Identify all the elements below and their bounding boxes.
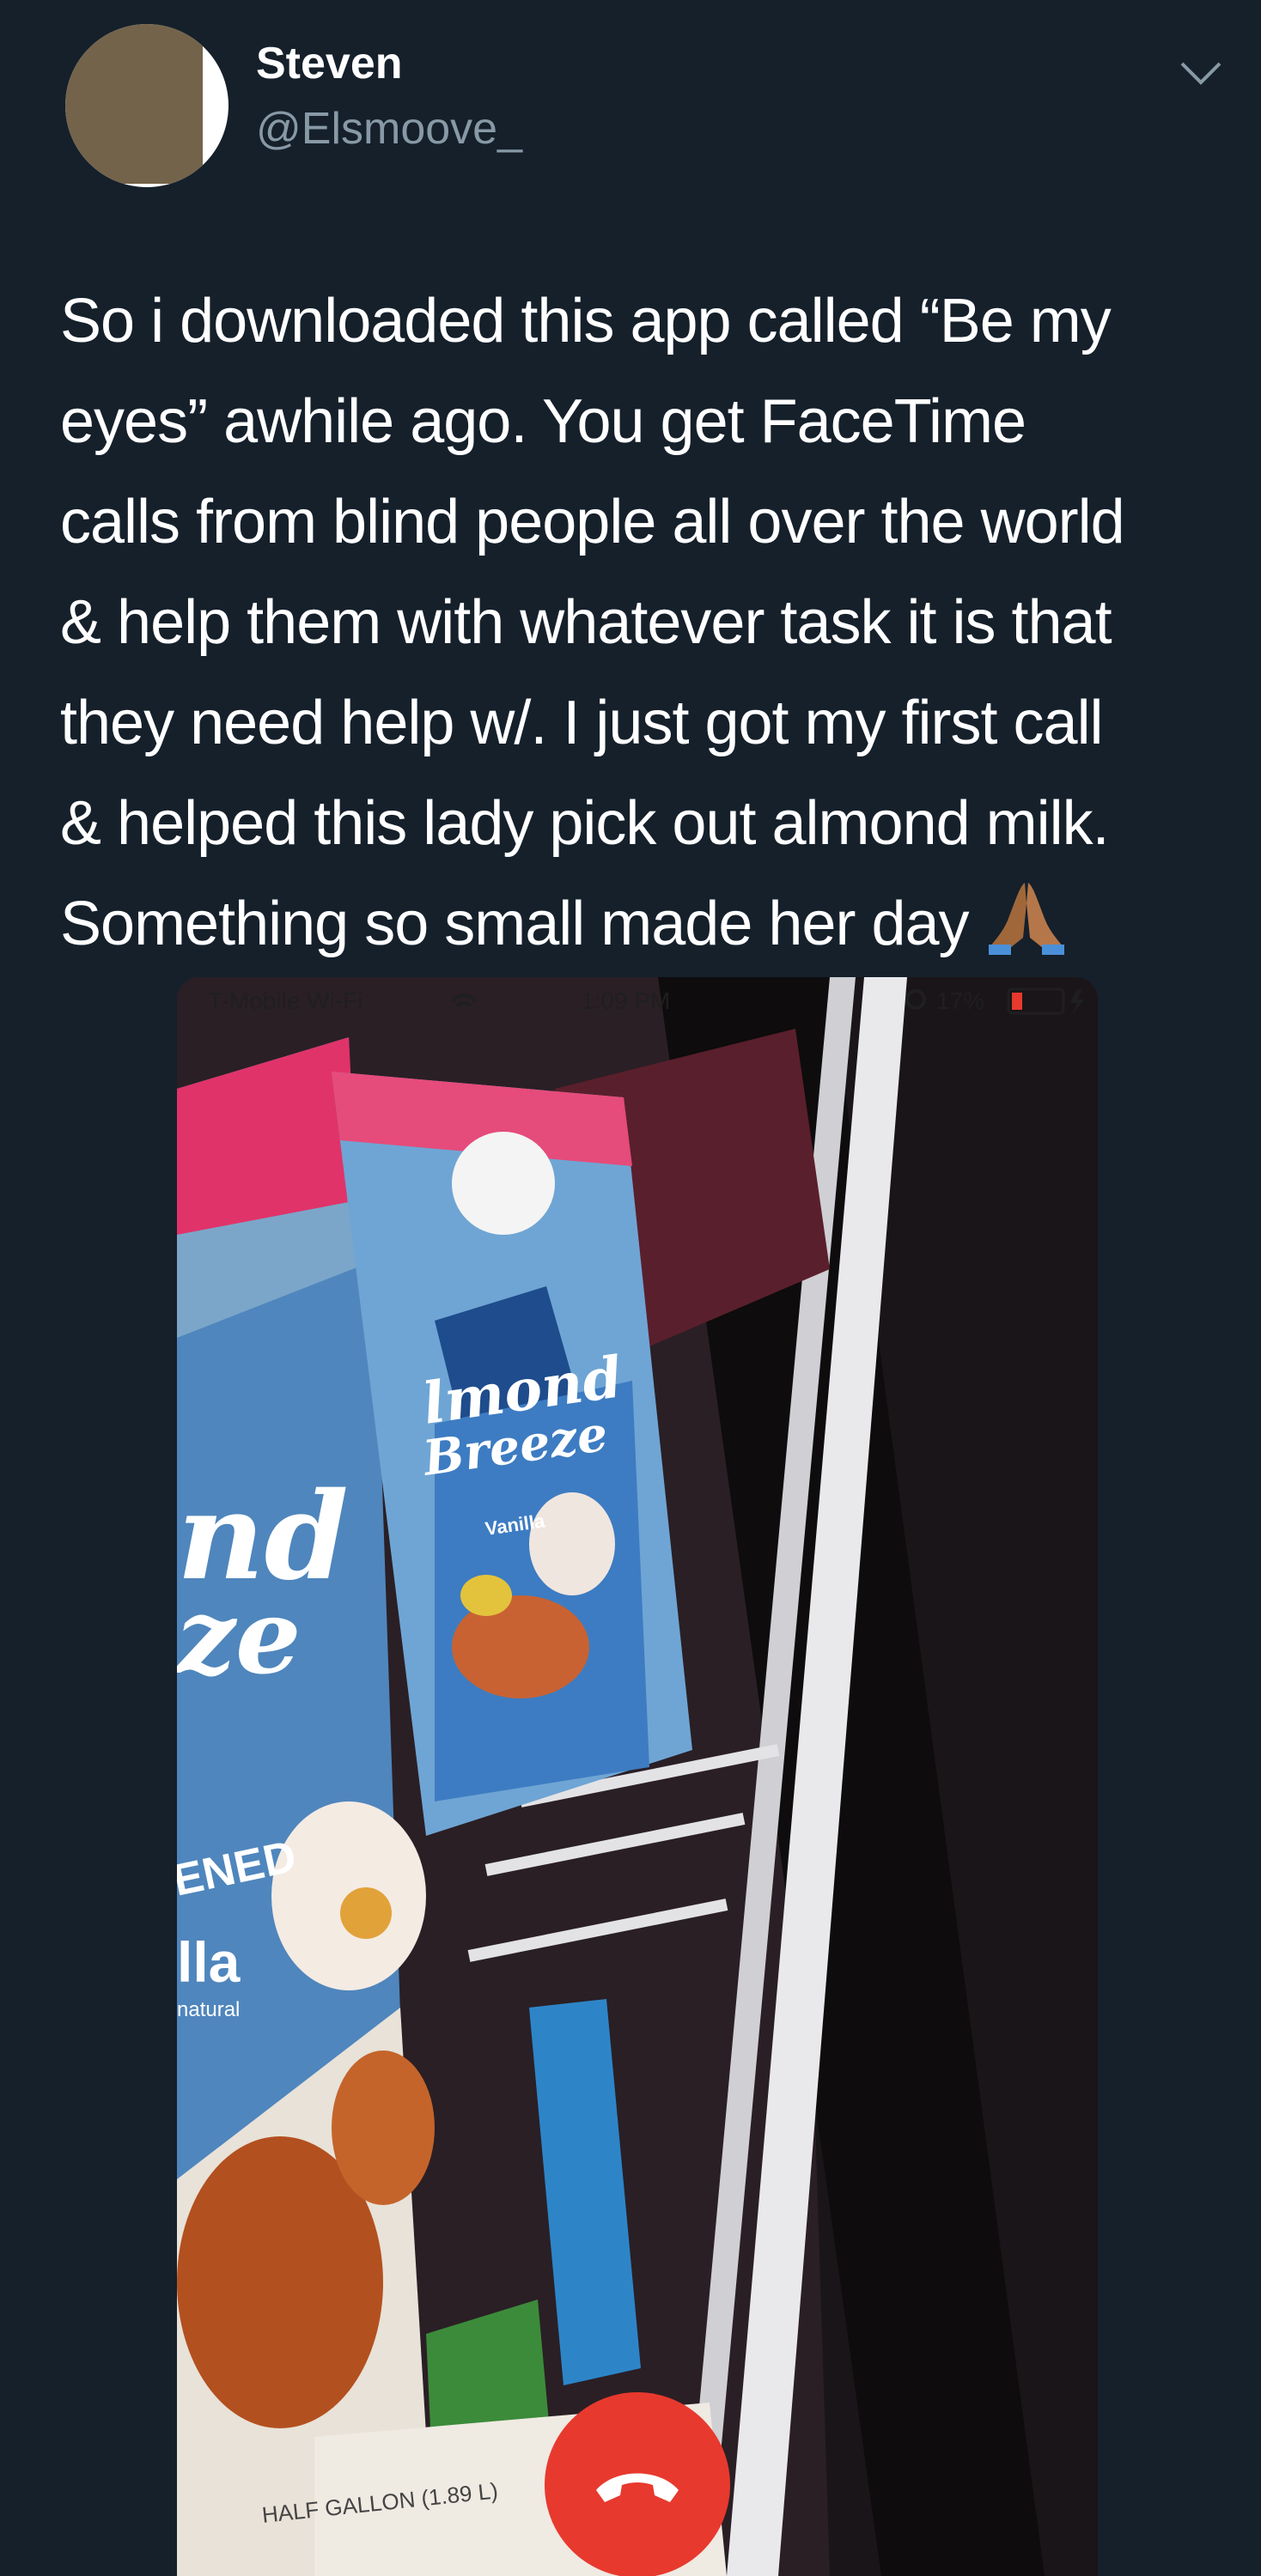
tweet-text-line: & help them with whatever task it is tha… [60, 588, 1112, 657]
carton-text: ze [177, 1577, 302, 1698]
carrier-label: T-Mobile Wi-Fi [208, 987, 363, 1014]
clock: 1:09 PM [581, 987, 671, 1014]
tweet-text-line: So i downloaded this app called “Be my [60, 287, 1112, 355]
carton-text: natural [177, 1998, 240, 2021]
tweet-text-line: & helped this lady pick out almond milk. [60, 789, 1110, 858]
tweet-text-line: calls from blind people all over the wor… [60, 488, 1125, 556]
chevron-down-icon[interactable] [1179, 60, 1223, 86]
end-call-button[interactable] [545, 2392, 730, 2576]
facetime-call-scene: nd ze lmond Breeze ENED lla natural Vani… [177, 977, 1098, 2576]
tweet-text-line: they need help w/. I just got my first c… [60, 689, 1104, 757]
tweet-text-line: eyes” awhile ago. You get FaceTime [60, 387, 1026, 456]
tweet-text-line: Something so small made her day [60, 890, 970, 958]
carton-text: lla [177, 1930, 241, 1994]
battery-percentage: 17% [936, 987, 985, 1014]
status-bar: T-Mobile Wi-Fi 1:09 PM 17% [177, 977, 1098, 1025]
avatar[interactable] [65, 24, 228, 187]
folded-hands-emoji [988, 883, 1064, 955]
tweet-header: Steven @Elsmoove_ [0, 0, 1261, 223]
author-handle[interactable]: @Elsmoove_ [256, 106, 522, 151]
author-display-name[interactable]: Steven [256, 41, 403, 86]
tweet-text: So i downloaded this app called “Be my e… [60, 271, 1211, 975]
attached-photo[interactable]: nd ze lmond Breeze ENED lla natural Vani… [177, 977, 1098, 2576]
phone-hangup-icon [596, 2473, 679, 2502]
avatar-redaction [65, 24, 203, 184]
